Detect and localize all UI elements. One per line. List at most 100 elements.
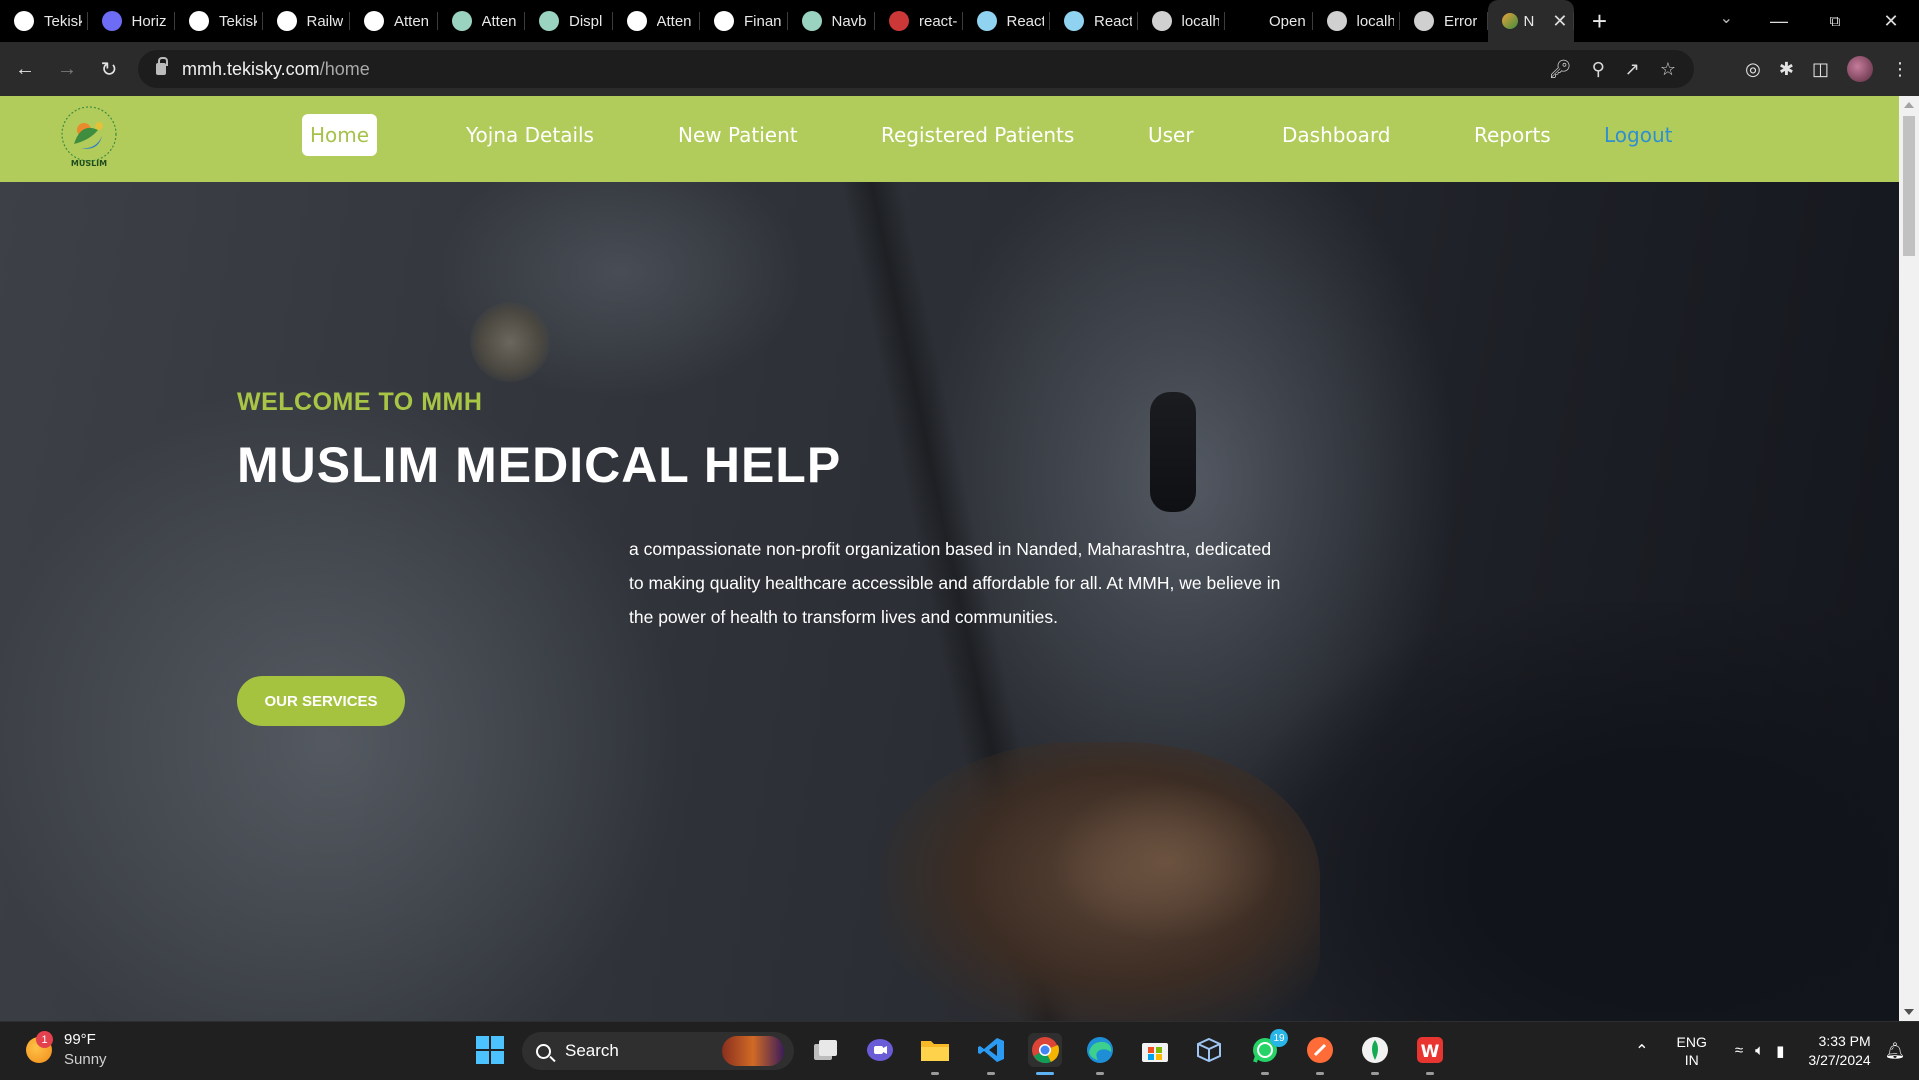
codepen-icon (714, 11, 734, 31)
page-scrollbar[interactable] (1899, 96, 1919, 1021)
file-explorer-icon[interactable] (918, 1033, 952, 1075)
browser-tab[interactable]: localh (1138, 0, 1226, 42)
browser-tab[interactable]: Error (1400, 0, 1488, 42)
scrollbar-thumb[interactable] (1903, 116, 1915, 256)
browser-tab-strip: Tekisk Horiz Tekisk Railw Atten Atten Displ Att… (0, 0, 1919, 42)
scroll-up-icon[interactable] (1904, 102, 1914, 108)
npm-icon (889, 11, 909, 31)
browser-tab-label: Finan (744, 12, 782, 30)
browser-tab[interactable]: Atten (438, 0, 526, 42)
new-tab-button[interactable]: + (1580, 0, 1620, 42)
browser-tab[interactable]: React (963, 0, 1051, 42)
github-icon (364, 11, 384, 31)
nav-logout[interactable]: Logout (1604, 114, 1672, 156)
globe-icon (1151, 11, 1172, 31)
page-viewport: MUSLIM Home Yojna Details New Patient Regis… (0, 96, 1899, 1021)
active-tab[interactable]: N ✕ (1487, 0, 1574, 42)
microsoft-store-icon[interactable] (1138, 1033, 1172, 1067)
browser-tab[interactable]: Atten (350, 0, 438, 42)
teams-chat-icon[interactable] (863, 1033, 897, 1067)
tab-list: Tekisk Horiz Tekisk Railw Atten Atten Displ Att… (0, 0, 1488, 42)
key-icon[interactable]: 🔑︎ (1549, 59, 1572, 80)
nav-reports[interactable]: Reports (1474, 114, 1551, 156)
browser-tab[interactable]: Navb (788, 0, 876, 42)
browser-tab[interactable]: react- (875, 0, 963, 42)
nav-registered-patients[interactable]: Registered Patients (881, 114, 1074, 156)
postman-icon[interactable] (1303, 1033, 1337, 1075)
browser-tab[interactable]: Open (1225, 0, 1313, 42)
browser-tab-label: React (1094, 12, 1132, 30)
browser-tab[interactable]: React (1050, 0, 1138, 42)
language-indicator[interactable]: ENG IN (1677, 1033, 1707, 1069)
svg-text:MUSLIM: MUSLIM (71, 159, 107, 168)
our-services-button[interactable]: OUR SERVICES (237, 676, 405, 726)
notification-bell-icon[interactable]: 🔔︎ (1885, 1041, 1905, 1061)
close-tab-icon[interactable]: ✕ (1552, 11, 1567, 32)
browser-tab[interactable]: Finan (700, 0, 788, 42)
globe-icon (1326, 11, 1347, 31)
mongodb-compass-icon[interactable] (1358, 1033, 1392, 1075)
browser-tab[interactable]: localh (1313, 0, 1401, 42)
reload-icon[interactable]: ↻ (92, 52, 126, 86)
background-image (1240, 602, 1899, 1021)
chrome-icon[interactable] (1028, 1033, 1062, 1075)
bookmark-star-icon[interactable]: ☆ (1660, 59, 1676, 80)
quick-settings[interactable]: ≈ 🔈︎ ▮ (1735, 1042, 1785, 1060)
show-hidden-icons-chevron-icon[interactable]: ⌃ (1635, 1041, 1648, 1061)
browser-tab[interactable]: Atten (613, 0, 701, 42)
start-button[interactable] (473, 1033, 507, 1067)
taskbar-search[interactable]: Search (522, 1032, 794, 1070)
whatsapp-icon[interactable]: 19 (1248, 1029, 1288, 1075)
menu-kebab-icon[interactable]: ⋮ (1891, 59, 1909, 80)
wps-office-icon[interactable]: W (1413, 1033, 1447, 1075)
close-window-icon[interactable]: ✕ (1863, 0, 1919, 42)
nav-yojna-details[interactable]: Yojna Details (466, 114, 594, 156)
share-icon[interactable]: ↗ (1625, 59, 1640, 80)
nav-dashboard[interactable]: Dashboard (1282, 114, 1391, 156)
weather-badge: 1 (36, 1031, 53, 1048)
weather-condition: Sunny (64, 1051, 107, 1068)
browser-tab-label: Navb (831, 12, 867, 30)
hero-welcome-text: WELCOME TO MMH (237, 388, 483, 416)
side-panel-icon[interactable]: ◫ (1812, 59, 1829, 80)
whatsapp-badge: 19 (1270, 1029, 1288, 1047)
zoom-icon[interactable]: ⚲ (1592, 59, 1605, 80)
horizon-icon (101, 11, 122, 31)
address-bar[interactable]: mmh.tekisky.com/home 🔑︎ ⚲ ↗ ☆ (138, 50, 1694, 88)
browser-tab[interactable]: Tekisk (0, 0, 88, 42)
extension-circle-icon[interactable]: ◎ (1745, 59, 1761, 80)
weather-widget[interactable]: 1 99°F Sunny (26, 1030, 107, 1070)
nav-new-patient[interactable]: New Patient (678, 114, 798, 156)
back-icon[interactable]: ← (8, 52, 42, 86)
minimize-icon[interactable]: — (1751, 0, 1807, 42)
chatgpt-icon (451, 11, 472, 31)
nav-home[interactable]: Home (302, 114, 378, 156)
task-view-icon[interactable] (809, 1033, 843, 1067)
browser-tab-label: Error (1444, 12, 1478, 30)
clock[interactable]: 3:33 PM 3/27/2024 (1808, 1032, 1870, 1070)
vscode-icon[interactable] (974, 1033, 1008, 1075)
railway-icon (276, 11, 297, 31)
tab-search-chevron-icon[interactable]: ⌄ (1720, 8, 1733, 28)
system-tray: ⌃ ENG IN ≈ 🔈︎ ▮ 3:33 PM 3/27/2024 🔔︎ (1635, 1022, 1919, 1080)
3d-cube-icon[interactable] (1192, 1033, 1226, 1067)
browser-tab[interactable]: Tekisk (175, 0, 263, 42)
lock-icon[interactable] (156, 57, 168, 75)
browser-tab-label: Railw (306, 12, 344, 30)
search-highlight-image (722, 1036, 784, 1066)
browser-tab[interactable]: Horiz (88, 0, 176, 42)
forward-icon[interactable]: → (50, 52, 84, 86)
mmh-favicon-icon (1501, 13, 1518, 29)
chatgpt-icon (539, 11, 559, 31)
restore-icon[interactable]: ⧉ (1807, 0, 1863, 42)
browser-tab[interactable]: Railw (263, 0, 351, 42)
extensions-puzzle-icon[interactable]: ✱ (1779, 59, 1794, 80)
react-icon (976, 11, 997, 31)
scroll-down-icon[interactable] (1904, 1009, 1914, 1015)
profile-avatar[interactable] (1847, 56, 1873, 82)
nav-user[interactable]: User (1148, 114, 1194, 156)
mmh-logo[interactable]: MUSLIM (46, 100, 132, 176)
browser-tab[interactable]: Displ (525, 0, 613, 42)
edge-icon[interactable] (1083, 1033, 1117, 1075)
browser-tab-label: react- (919, 12, 957, 30)
